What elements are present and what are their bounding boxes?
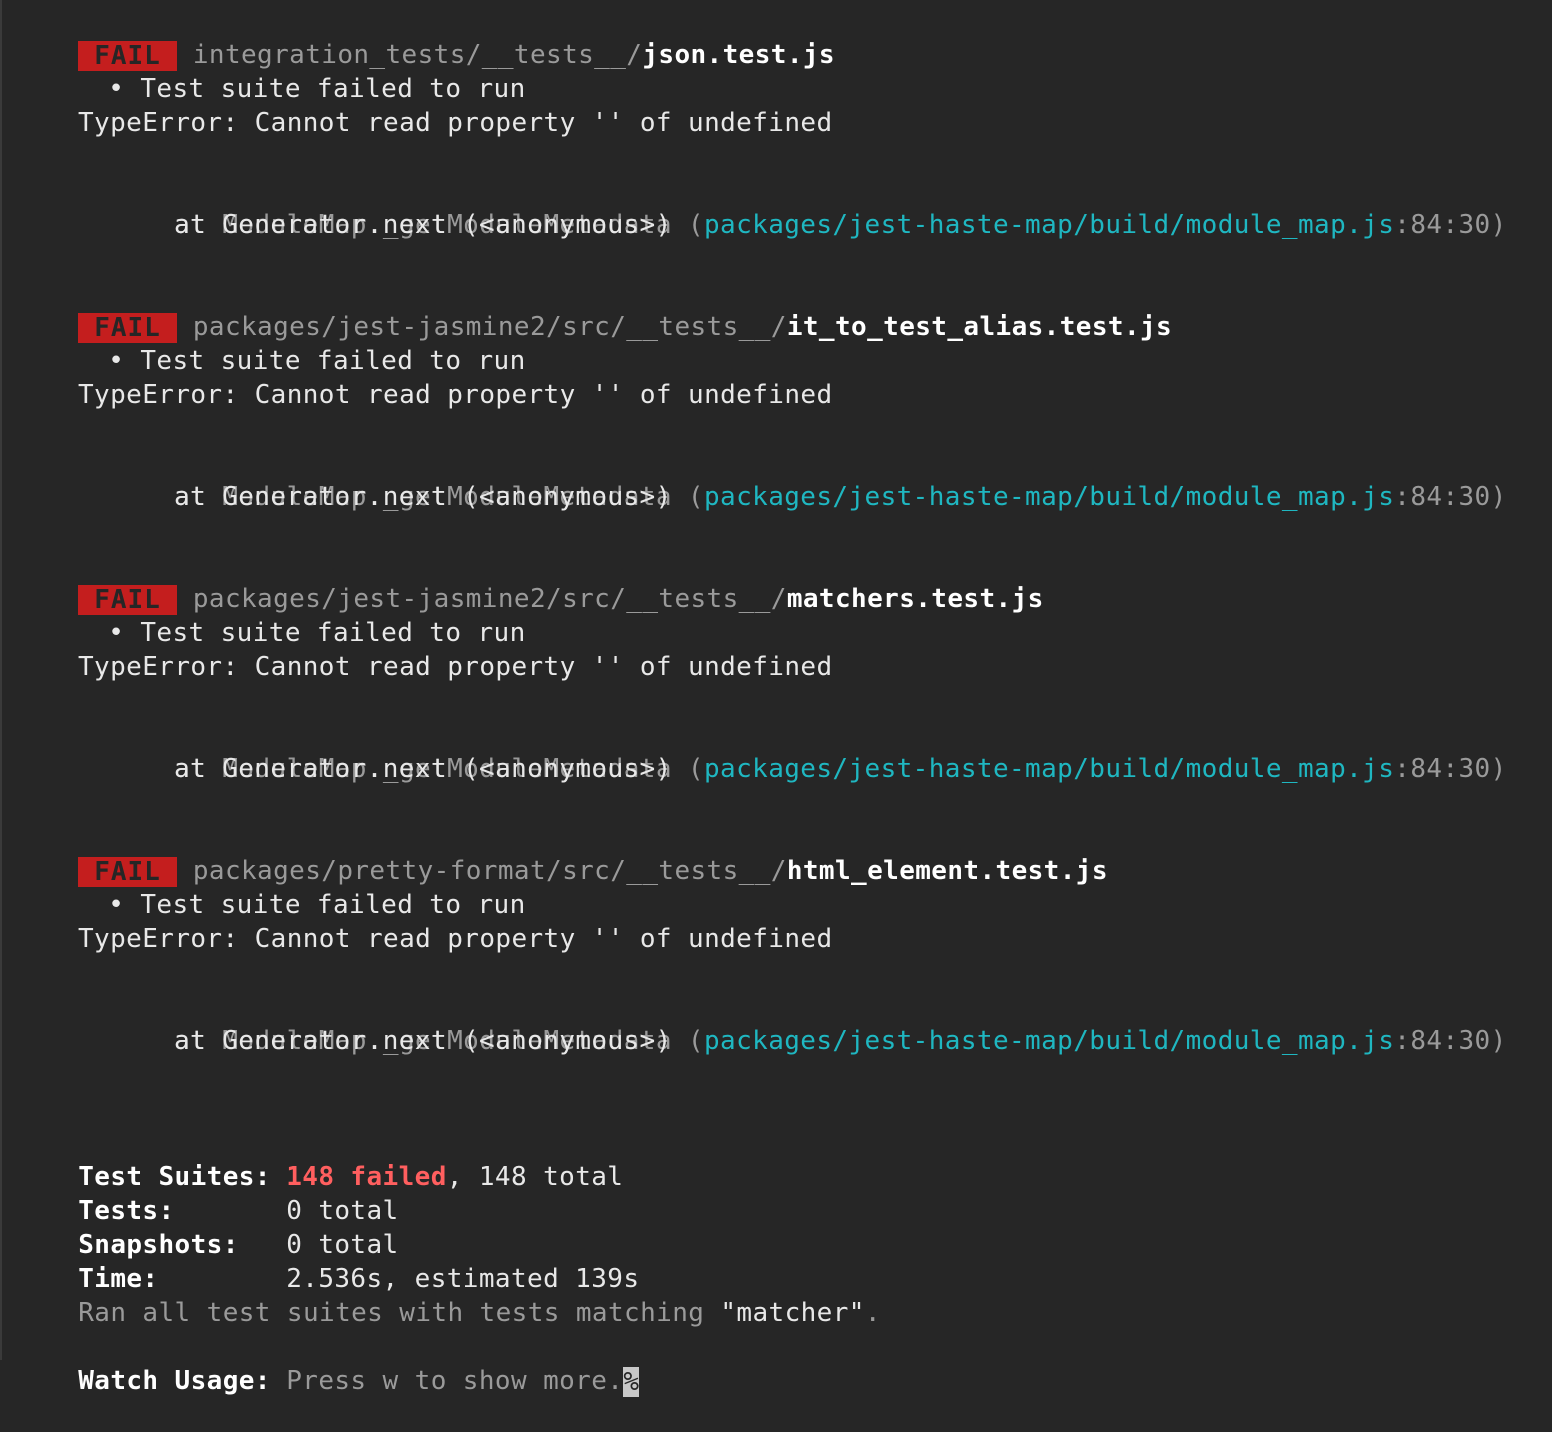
terminal-window[interactable]: FAIL integration_tests/__tests__/json.tes… <box>0 0 1552 1397</box>
stack-location: :84:30) <box>1394 210 1507 240</box>
stack-frame: at ModuleMap._getModuleMetadata (package… <box>110 718 1507 784</box>
test-file: it_to_test_alias.test.js <box>786 312 1173 342</box>
ran-prefix: Ran all test suites with tests matching <box>78 1298 721 1328</box>
bullet: • <box>108 890 125 920</box>
stack-location: :84:30) <box>1394 482 1507 512</box>
stack-frame: at ModuleMap._getModuleMetadata (package… <box>110 990 1507 1056</box>
summary-suites: Test Suites: 148 failed, 148 total <box>14 1126 623 1192</box>
failure-text: Test suite failed to run <box>140 346 526 376</box>
bullet: • <box>108 74 125 104</box>
fail-header: FAIL packages/jest-jasmine2/src/__tests__… <box>14 276 1172 343</box>
stack-frame: at ModuleMap._getModuleMetadata (package… <box>110 446 1507 512</box>
stack-location: :84:30) <box>1394 754 1507 784</box>
stack-path-link[interactable]: packages/jest-haste-map/build/module_map… <box>704 1026 1394 1056</box>
failure-message: • Test suite failed to run <box>14 310 526 376</box>
error-message: TypeError: Cannot read property '' of un… <box>78 108 833 138</box>
stack-frame: at ModuleMap._getModuleMetadata (package… <box>110 174 1507 240</box>
failure-message: • Test suite failed to run <box>14 854 526 920</box>
stack-frame-2: at Generator.next (<anonymous>) <box>174 482 672 512</box>
ran-pattern: "matcher" <box>720 1298 865 1328</box>
watch-usage: Watch Usage: Press w to show more.% <box>14 1330 640 1397</box>
failure-text: Test suite failed to run <box>140 618 526 648</box>
error-message: TypeError: Cannot read property '' of un… <box>78 924 833 954</box>
stack-path-link[interactable]: packages/jest-haste-map/build/module_map… <box>704 210 1394 240</box>
stack-path-link[interactable]: packages/jest-haste-map/build/module_map… <box>704 754 1394 784</box>
failure-message: • Test suite failed to run <box>14 582 526 648</box>
fail-header: FAIL integration_tests/__tests__/json.tes… <box>14 4 835 71</box>
stack-location: :84:30) <box>1394 1026 1507 1056</box>
bullet: • <box>108 346 125 376</box>
summary-time: Time: 2.536s, estimated 139s <box>14 1228 639 1294</box>
test-file: matchers.test.js <box>786 584 1044 614</box>
summary-tests: Tests: 0 total <box>14 1160 399 1226</box>
failure-text: Test suite failed to run <box>140 890 526 920</box>
test-file: json.test.js <box>642 40 835 70</box>
suites-total: , 148 total <box>446 1162 624 1192</box>
bullet: • <box>108 618 125 648</box>
failure-text: Test suite failed to run <box>140 74 526 104</box>
stack-frame-2: at Generator.next (<anonymous>) <box>174 210 672 240</box>
error-message: TypeError: Cannot read property '' of un… <box>78 652 833 682</box>
fail-header: FAIL packages/pretty-format/src/__tests__… <box>14 820 1108 887</box>
fail-header: FAIL packages/jest-jasmine2/src/__tests__… <box>14 548 1044 615</box>
terminal-cursor[interactable]: % <box>623 1366 640 1397</box>
summary-snapshots: Snapshots: 0 total <box>14 1194 399 1260</box>
stack-path-link[interactable]: packages/jest-haste-map/build/module_map… <box>704 482 1394 512</box>
error-message: TypeError: Cannot read property '' of un… <box>78 380 833 410</box>
summary-ran: Ran all test suites with tests matching … <box>14 1262 881 1328</box>
stack-frame-2: at Generator.next (<anonymous>) <box>174 1026 672 1056</box>
watch-hint: Press w to show more. <box>286 1366 624 1396</box>
ran-suffix: . <box>864 1298 881 1328</box>
test-file: html_element.test.js <box>786 856 1108 886</box>
stack-frame-2: at Generator.next (<anonymous>) <box>174 754 672 784</box>
failure-message: • Test suite failed to run <box>14 38 526 104</box>
watch-label: Watch Usage: <box>78 1366 271 1396</box>
